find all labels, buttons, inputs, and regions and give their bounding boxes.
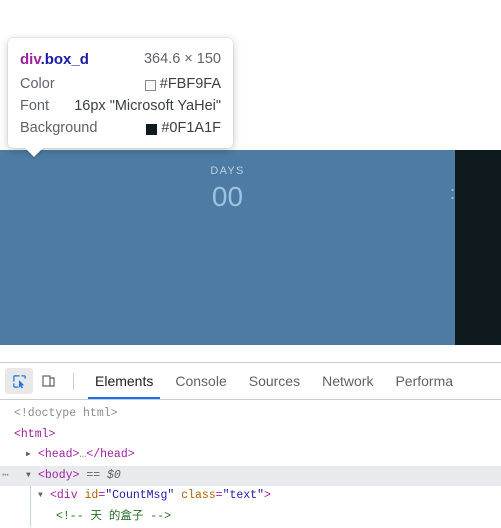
tree-guide-line bbox=[30, 506, 31, 527]
html-tag-text: <html> bbox=[14, 427, 56, 441]
dom-line-div-countmsg[interactable]: ▼ <div id = "CountMsg" class = "text" > bbox=[0, 486, 501, 507]
body-tag-text: <body> bbox=[38, 468, 80, 482]
dom-more-options-icon[interactable]: ⋯ bbox=[2, 466, 9, 487]
tab-performance[interactable]: Performa bbox=[384, 363, 464, 399]
head-close-text: </head> bbox=[86, 448, 135, 461]
page-viewport: DAYS 00 : div.box_d 364.6 × 150 Color #F… bbox=[0, 0, 501, 362]
background-swatch-icon bbox=[146, 123, 158, 135]
tab-network[interactable]: Network bbox=[311, 363, 384, 399]
dom-line-body[interactable]: ⋯ ▼ <body> == $0 bbox=[0, 465, 501, 487]
tooltip-color-value: #FBF9FA bbox=[159, 76, 221, 92]
dom-line-doctype: <!doctype html> bbox=[0, 404, 501, 425]
tooltip-background-key: Background bbox=[20, 120, 98, 136]
device-toolbar-icon bbox=[42, 375, 55, 387]
tab-console[interactable]: Console bbox=[164, 363, 237, 399]
tree-guide-line bbox=[30, 486, 31, 507]
comment-text: <!-- 天 的盒子 --> bbox=[56, 509, 172, 523]
tooltip-dimensions: 364.6 × 150 bbox=[143, 51, 221, 67]
tooltip-header: div.box_d 364.6 × 150 bbox=[20, 47, 221, 71]
dom-tree[interactable]: <!doctype html> <html> ▶ <head>… </head> ⋯… bbox=[0, 400, 501, 527]
tooltip-font-value: 16px "Microsoft YaHei" bbox=[74, 98, 221, 114]
tooltip-color-value-group: #FBF9FA bbox=[144, 76, 221, 92]
chevron-right-icon[interactable]: ▶ bbox=[26, 445, 36, 466]
tab-sources[interactable]: Sources bbox=[238, 363, 311, 399]
tooltip-color-row: Color #FBF9FA bbox=[20, 73, 221, 95]
dom-line-head[interactable]: ▶ <head>… </head> bbox=[0, 445, 501, 466]
div-id-attr-name: id bbox=[84, 489, 99, 502]
eq-2: = bbox=[215, 489, 223, 502]
tooltip-tag-name: div bbox=[20, 50, 41, 68]
div-open-text: <div bbox=[50, 489, 78, 502]
inspect-element-icon bbox=[12, 374, 26, 388]
div-class-attr-name: class bbox=[181, 489, 216, 502]
tooltip-background-value-group: #0F1A1F bbox=[146, 120, 221, 136]
inspector-tooltip: div.box_d 364.6 × 150 Color #FBF9FA Font… bbox=[8, 38, 233, 157]
div-close-bracket: > bbox=[264, 489, 271, 502]
devtools-panel: Elements Console Sources Network Perform… bbox=[0, 362, 501, 528]
devtools-toolbar: Elements Console Sources Network Perform… bbox=[0, 363, 501, 400]
inspected-element-highlight[interactable]: DAYS 00 : bbox=[0, 150, 455, 345]
countdown-days-block: DAYS 00 bbox=[0, 150, 455, 214]
countdown-separator: : bbox=[449, 183, 455, 203]
body-dollar-zero-ref: == $0 bbox=[86, 468, 121, 482]
tooltip-font-row: Font 16px "Microsoft YaHei" bbox=[20, 95, 221, 117]
device-toolbar-button[interactable] bbox=[35, 368, 63, 394]
toolbar-divider bbox=[73, 372, 74, 390]
head-ellipsis-text: … bbox=[79, 448, 87, 461]
div-class-attr-value: "text" bbox=[222, 489, 264, 502]
color-swatch-icon bbox=[144, 79, 156, 91]
tooltip-font-key: Font bbox=[20, 98, 50, 114]
head-open-text: <head> bbox=[38, 448, 80, 461]
dom-line-comment[interactable]: <!-- 天 的盒子 --> bbox=[0, 506, 501, 527]
days-label: DAYS bbox=[210, 165, 245, 177]
tooltip-background-row: Background #0F1A1F bbox=[20, 117, 221, 139]
chevron-down-icon[interactable]: ▼ bbox=[38, 486, 48, 507]
tooltip-arrow-icon bbox=[24, 147, 44, 157]
eq-1: = bbox=[98, 489, 106, 502]
doctype-text: <!doctype html> bbox=[14, 407, 118, 420]
tooltip-class-name: .box_d bbox=[40, 50, 89, 68]
tooltip-element-selector: div.box_d bbox=[20, 51, 89, 68]
days-value: 00 bbox=[211, 181, 244, 212]
dom-line-html[interactable]: <html> bbox=[0, 425, 501, 446]
div-id-attr-value: "CountMsg" bbox=[105, 489, 175, 502]
tab-elements[interactable]: Elements bbox=[84, 363, 164, 399]
chevron-down-icon[interactable]: ▼ bbox=[26, 466, 36, 487]
tooltip-background-value: #0F1A1F bbox=[161, 120, 221, 136]
tooltip-color-key: Color bbox=[20, 76, 55, 92]
inspect-element-button[interactable] bbox=[5, 368, 33, 394]
